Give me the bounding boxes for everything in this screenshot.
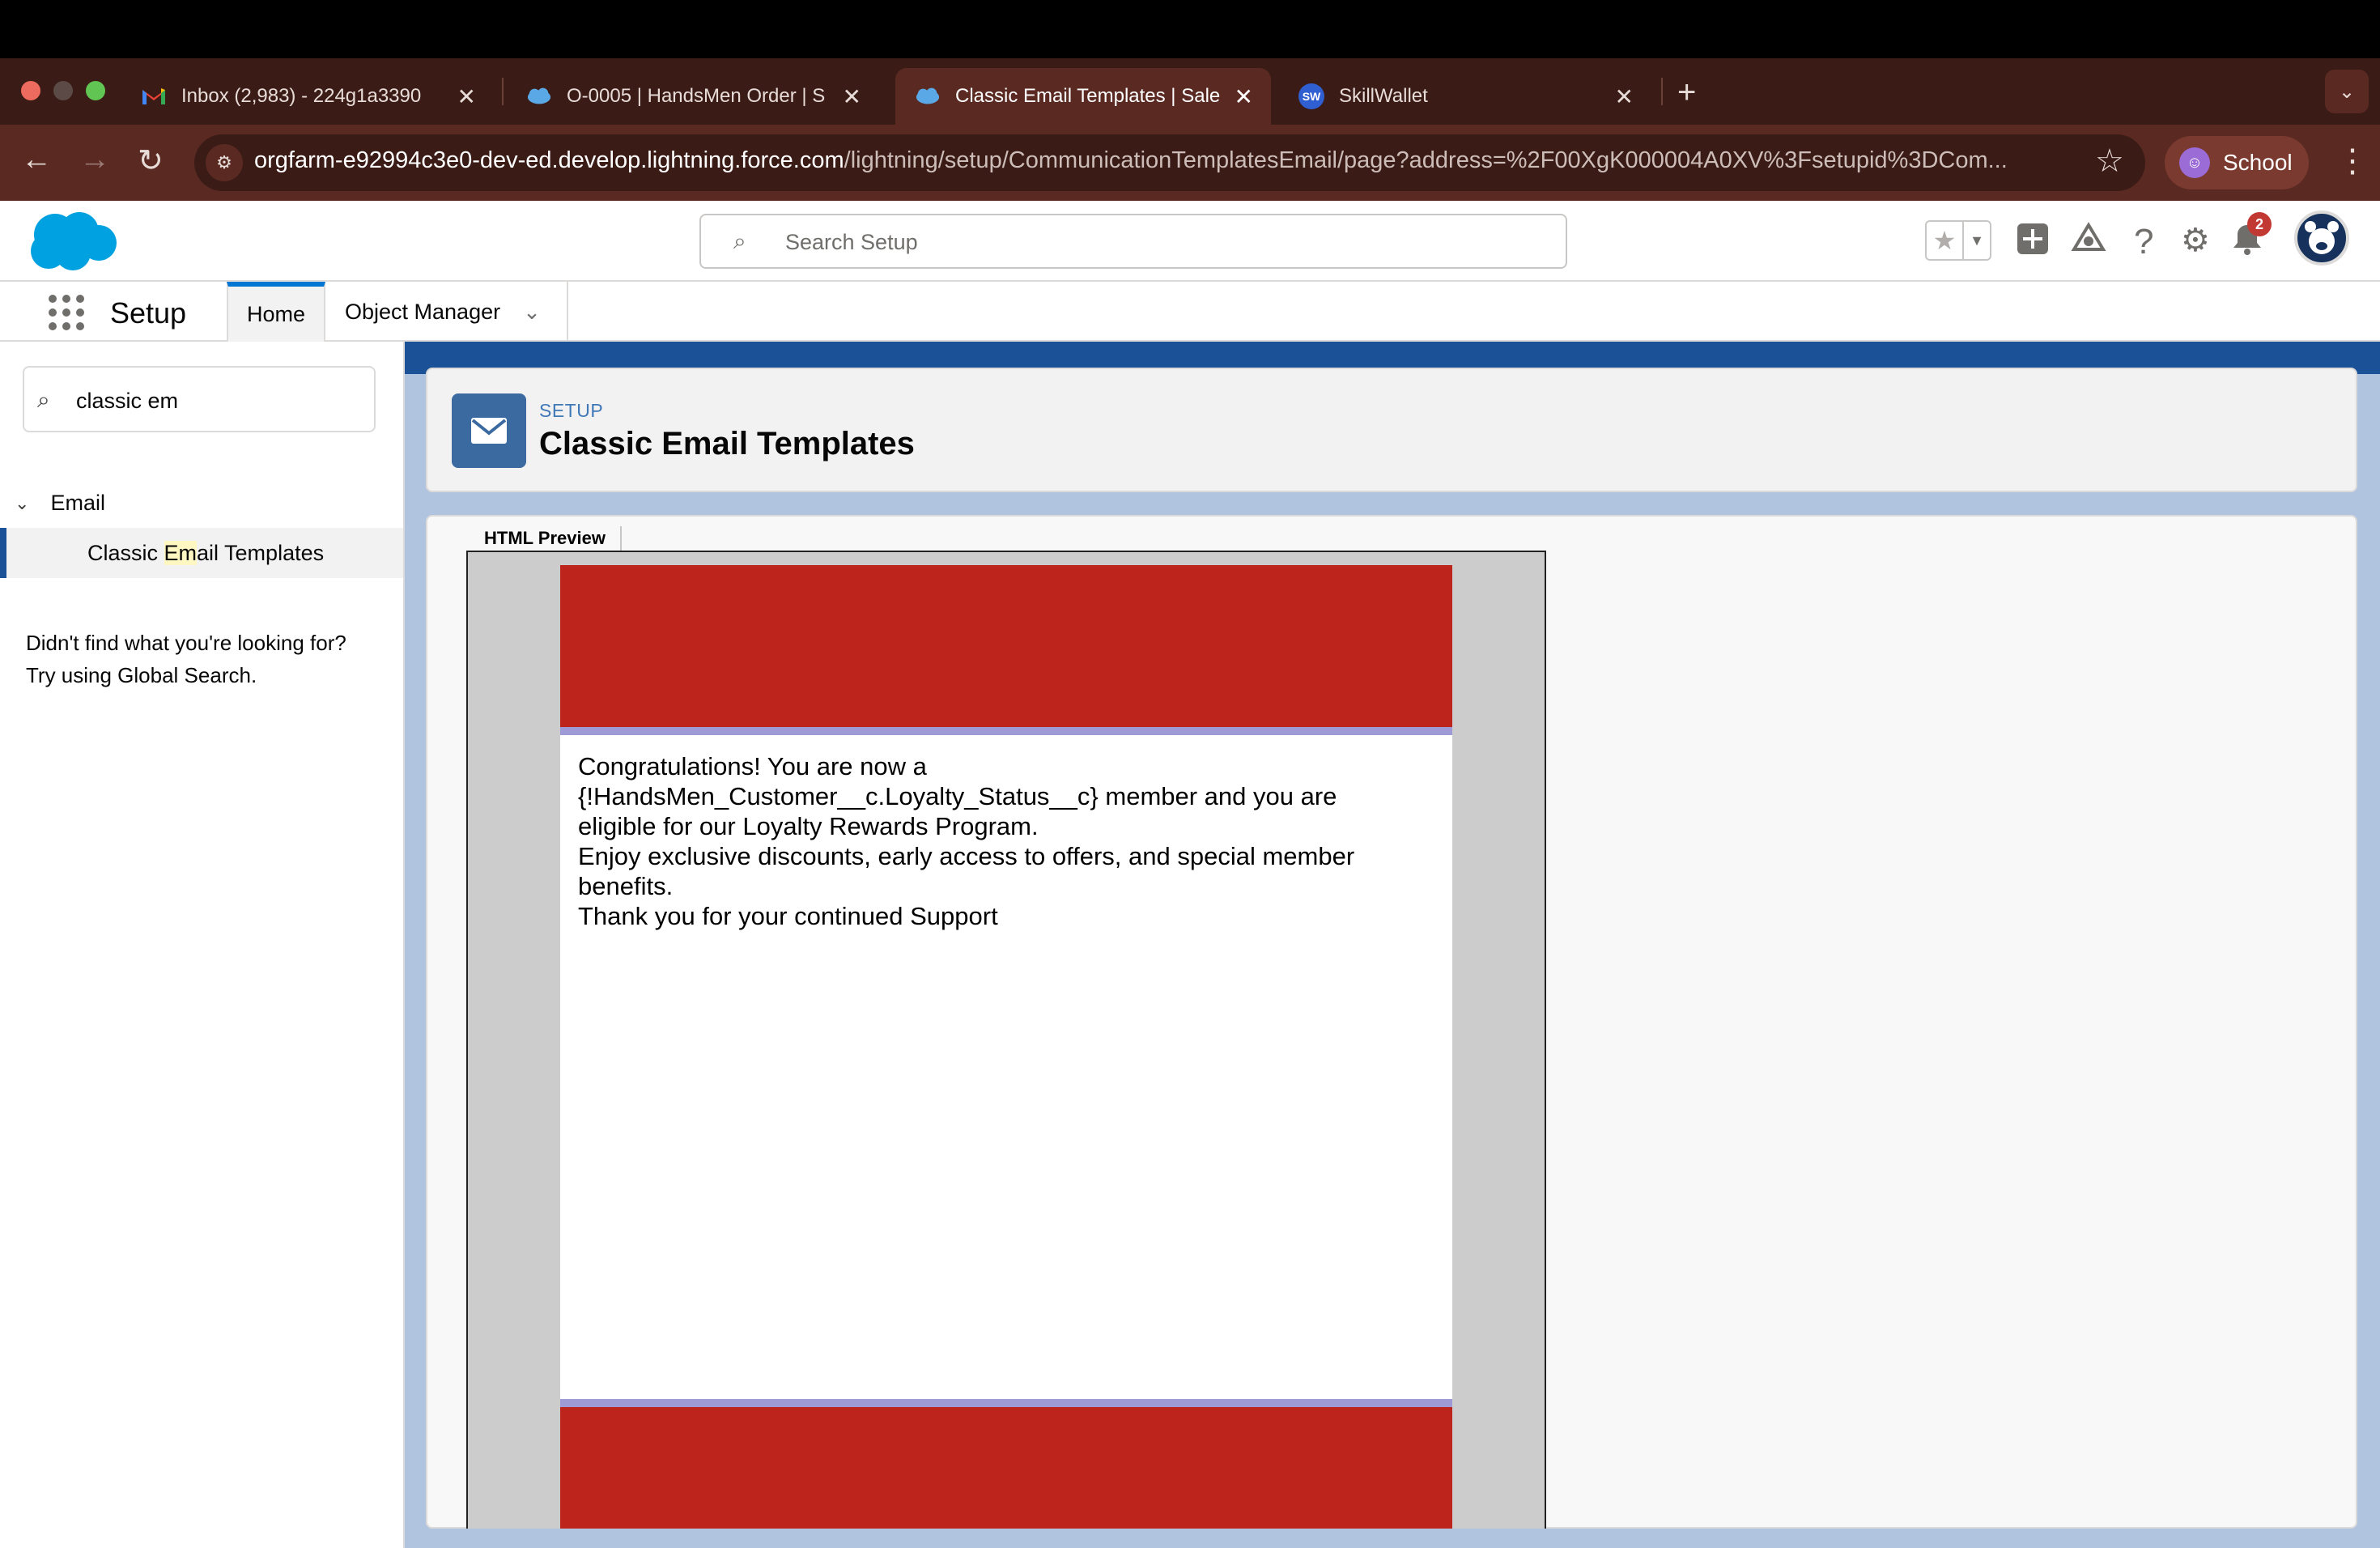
setup-gear-icon[interactable]: ⚙ xyxy=(2181,222,2210,259)
favorites-dropdown-icon[interactable]: ▼ xyxy=(1964,222,1990,259)
setup-sidebar xyxy=(0,342,405,1548)
page-title: Classic Email Templates xyxy=(539,426,915,461)
chevron-down-icon[interactable]: ⌄ xyxy=(523,300,541,325)
profile-button[interactable]: ☺ School xyxy=(2165,136,2309,189)
salesforce-logo[interactable] xyxy=(24,209,121,278)
tab-title: Inbox (2,983) - 224g1a3390 xyxy=(181,85,422,107)
chevron-down-icon: ⌄ xyxy=(15,492,30,513)
browser-tab-order[interactable]: O-0005 | HandsMen Order | S ✕ xyxy=(507,68,879,125)
quick-find-input[interactable]: ⌕ classic em xyxy=(23,366,376,432)
tab-search-chevron-icon[interactable]: ⌄ xyxy=(2325,70,2369,113)
tab-title: SkillWallet xyxy=(1339,85,1428,107)
browser-menu-icon[interactable]: ⋮ xyxy=(2336,142,2369,180)
email-divider xyxy=(560,1399,1452,1407)
close-tab-icon[interactable]: ✕ xyxy=(1615,83,1634,110)
sidebar-group-email[interactable]: ⌄ Email xyxy=(15,491,105,516)
email-body-text: Congratulations! You are now a {!HandsMe… xyxy=(578,752,1355,930)
tab-separator xyxy=(1661,78,1663,105)
close-tab-icon[interactable]: ✕ xyxy=(1235,83,1253,110)
email-envelope-icon xyxy=(452,393,526,468)
help-icon[interactable]: ? xyxy=(2134,222,2153,262)
sidebar-item-label: Classic Email Templates xyxy=(87,541,325,565)
salesforce-cloud-icon xyxy=(526,83,552,109)
global-actions-icon[interactable] xyxy=(2016,222,2050,264)
close-window-button[interactable] xyxy=(21,81,40,100)
browser-tab-skillwallet[interactable]: SW SkillWallet ✕ xyxy=(1279,68,1651,125)
search-setup-input[interactable]: ⌕ Search Setup xyxy=(699,214,1567,269)
tab-object-manager[interactable]: Object Manager ⌄ xyxy=(325,282,568,342)
search-match-highlight: Em xyxy=(164,541,198,565)
favorites-button[interactable]: ★ ▼ xyxy=(1925,220,1991,261)
sidebar-item-classic-email-templates[interactable]: Classic Email Templates xyxy=(0,528,403,578)
salesforce-cloud-icon xyxy=(915,83,941,109)
sidebar-help-text: Didn't find what you're looking for? Try… xyxy=(26,631,346,687)
favorite-star-icon[interactable]: ★ xyxy=(1927,222,1964,259)
tab-title: O-0005 | HandsMen Order | S xyxy=(567,85,826,107)
minimize-window-button[interactable] xyxy=(53,81,73,100)
site-settings-icon[interactable]: ⚙ xyxy=(206,144,243,181)
screen: Inbox (2,983) - 224g1a3390 ✕ O-0005 | Ha… xyxy=(0,0,2380,1548)
sidebar-group-label: Email xyxy=(50,491,105,515)
tab-title: Classic Email Templates | Sale xyxy=(955,85,1221,107)
browser-tab-classic-email-templates[interactable]: Classic Email Templates | Sale ✕ xyxy=(895,68,1271,125)
quick-find-value: classic em xyxy=(76,389,179,413)
search-icon: ⌕ xyxy=(37,387,50,412)
forward-arrow-icon[interactable]: → xyxy=(79,142,110,177)
breadcrumb: SETUP xyxy=(539,400,604,421)
search-placeholder: Search Setup xyxy=(785,230,918,254)
app-launcher-icon[interactable] xyxy=(49,295,84,330)
gmail-icon xyxy=(141,83,167,109)
browser-tab-gmail[interactable]: Inbox (2,983) - 224g1a3390 ✕ xyxy=(121,68,494,125)
new-tab-icon[interactable]: + xyxy=(1677,74,1696,111)
url-text[interactable]: orgfarm-e92994c3e0-dev-ed.develop.lightn… xyxy=(254,147,2068,174)
tab-label: Object Manager xyxy=(345,299,501,324)
tab-separator xyxy=(502,78,504,105)
close-tab-icon[interactable]: ✕ xyxy=(457,83,476,110)
trailhead-guidance-icon[interactable] xyxy=(2071,222,2106,262)
tab-label: Home xyxy=(246,301,306,326)
app-name: Setup xyxy=(110,296,187,330)
search-icon: ⌕ xyxy=(733,228,746,253)
email-divider xyxy=(560,727,1452,735)
bookmark-star-icon[interactable]: ☆ xyxy=(2095,142,2124,180)
menu-bar xyxy=(0,0,2380,58)
tab-html-preview[interactable]: HTML Preview xyxy=(466,526,622,551)
skillwallet-icon: SW xyxy=(1298,83,1324,109)
email-footer-band xyxy=(560,1407,1452,1529)
profile-label: School xyxy=(2223,150,2293,175)
notification-count-badge: 2 xyxy=(2247,212,2272,236)
user-avatar[interactable] xyxy=(2294,211,2349,266)
back-arrow-icon[interactable]: ← xyxy=(21,142,52,177)
maximize-window-button[interactable] xyxy=(86,81,105,100)
email-header-band xyxy=(560,565,1452,727)
tab-home[interactable]: Home xyxy=(227,282,325,342)
reload-icon[interactable]: ↻ xyxy=(138,142,164,179)
close-tab-icon[interactable]: ✕ xyxy=(843,83,861,110)
profile-avatar-icon: ☺ xyxy=(2179,147,2210,178)
